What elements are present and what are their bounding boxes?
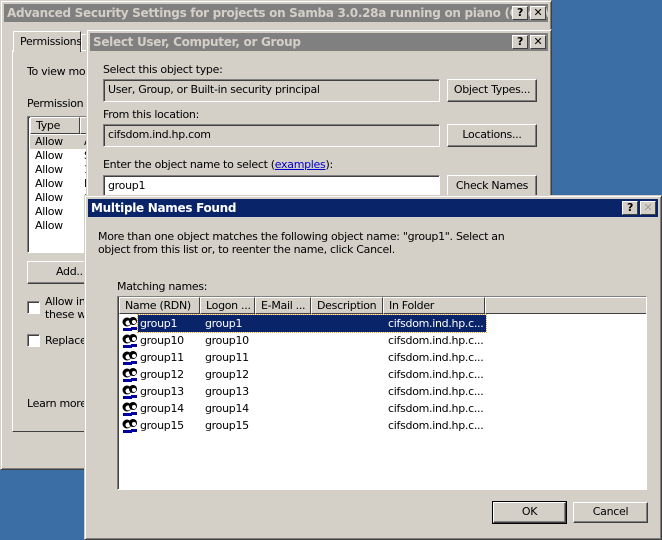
cell-logon: group1 [205,317,243,330]
column-logon[interactable]: Logon ... [200,297,255,314]
permission-type: Allow [35,135,63,148]
tab-label: Permissions [20,35,82,48]
column-email[interactable]: E-Mail ... [255,297,311,314]
cell-name: group1 [140,317,178,330]
help-button[interactable]: ? [512,35,528,49]
add-label: Add.. [56,265,83,278]
object-name-value: group1 [108,179,146,192]
close-button[interactable]: ✕ [530,35,546,49]
cell-folder: cifsdom.ind.hp.c... [388,351,484,364]
matching-names-label: Matching names: [117,280,208,293]
cancel-button[interactable]: Cancel [573,502,648,523]
permission-type: Allow [35,177,63,190]
group-icon [122,351,137,365]
object-name-label-end: ): [325,158,333,171]
name-row[interactable]: group13 group13 cifsdom.ind.hp.c... [120,383,486,400]
allow-inherit-label-2: these wi [45,308,89,321]
permission-type: Allow [35,191,63,204]
help-button[interactable]: ? [512,6,528,20]
permission-type: Allow [35,219,63,232]
group-icon [122,402,137,416]
permission-type: Allow [35,163,63,176]
help-button[interactable]: ? [622,201,638,215]
object-name-label-text: Enter the object name to select ( [103,158,275,171]
cell-name: group12 [140,368,184,381]
cell-logon: group12 [205,368,249,381]
object-type-field: User, Group, or Built-in security princi… [103,79,440,102]
group-icon [122,385,137,399]
cell-folder: cifsdom.ind.hp.c... [388,402,484,415]
replace-label: Replace [45,334,87,347]
close-button[interactable]: ✕ [530,6,546,20]
close-button: ✕ [640,201,656,215]
location-field: cifsdom.ind.hp.com [103,124,440,147]
cell-folder: cifsdom.ind.hp.c... [388,385,484,398]
message-line-2: object from this list or, to reenter the… [98,243,395,256]
cell-folder: cifsdom.ind.hp.c... [388,419,484,432]
group-icon [122,317,137,331]
name-row[interactable]: group15 group15 cifsdom.ind.hp.c... [120,417,486,434]
cell-name: group14 [140,402,184,415]
object-name-label: Enter the object name to select (example… [103,158,333,171]
cell-logon: group15 [205,419,249,432]
locations-button[interactable]: Locations... [447,124,537,147]
allow-inherit-checkbox[interactable] [27,301,40,314]
multiple-title: Multiple Names Found [91,201,237,215]
message-line-1: More than one object matches the followi… [98,230,505,243]
name-row[interactable]: group11 group11 cifsdom.ind.hp.c... [120,349,486,366]
select-title-bar[interactable]: Select User, Computer, or Group ? ✕ [90,33,548,51]
permission-type: Allow [35,149,63,162]
cell-name: group10 [140,334,184,347]
permission-type: Allow [35,205,63,218]
group-icon [122,368,137,382]
name-row[interactable]: group10 group10 cifsdom.ind.hp.c... [120,332,486,349]
main-title: Advanced Security Settings for projects … [7,6,548,20]
cell-name: group11 [140,351,184,364]
name-row[interactable]: group1 group1 cifsdom.ind.hp.c... [120,314,487,333]
location-label: From this location: [103,108,199,121]
cell-name: group15 [140,419,184,432]
select-title: Select User, Computer, or Group [93,35,301,49]
multiple-names-dialog: Multiple Names Found ? ✕ More than one o… [84,195,662,540]
object-types-button[interactable]: Object Types... [447,79,537,102]
tab-permissions[interactable]: Permissions [13,31,82,52]
cell-logon: group13 [205,385,249,398]
object-type-label: Select this object type: [103,63,223,76]
group-icon [122,334,137,348]
name-row[interactable]: group12 group12 cifsdom.ind.hp.c... [120,366,486,383]
add-button[interactable]: Add.. [27,261,87,284]
column-name-rdn[interactable]: Name (RDN) [119,297,200,314]
multiple-title-bar[interactable]: Multiple Names Found ? ✕ [88,199,658,217]
object-type-value: User, Group, or Built-in security princi… [108,83,320,96]
column-type[interactable]: Type [30,117,80,134]
main-title-bar[interactable]: Advanced Security Settings for projects … [4,4,548,22]
cell-logon: group11 [205,351,249,364]
cell-folder: cifsdom.ind.hp.c... [388,368,484,381]
group-icon [122,419,137,433]
column-filler [485,297,646,314]
cell-logon: group10 [205,334,249,347]
replace-checkbox[interactable] [27,334,40,347]
matching-names-list[interactable]: Name (RDN) Logon ... E-Mail ... Descript… [117,296,647,490]
location-value: cifsdom.ind.hp.com [108,128,211,141]
cell-logon: group14 [205,402,249,415]
cell-name: group13 [140,385,184,398]
cell-folder: cifsdom.ind.hp.c... [388,317,484,330]
column-description[interactable]: Description [311,297,383,314]
ok-button[interactable]: OK [492,501,567,524]
cell-folder: cifsdom.ind.hp.c... [388,334,484,347]
column-in-folder[interactable]: In Folder [383,297,485,314]
name-row[interactable]: group14 group14 cifsdom.ind.hp.c... [120,400,486,417]
examples-link[interactable]: examples [275,158,326,171]
